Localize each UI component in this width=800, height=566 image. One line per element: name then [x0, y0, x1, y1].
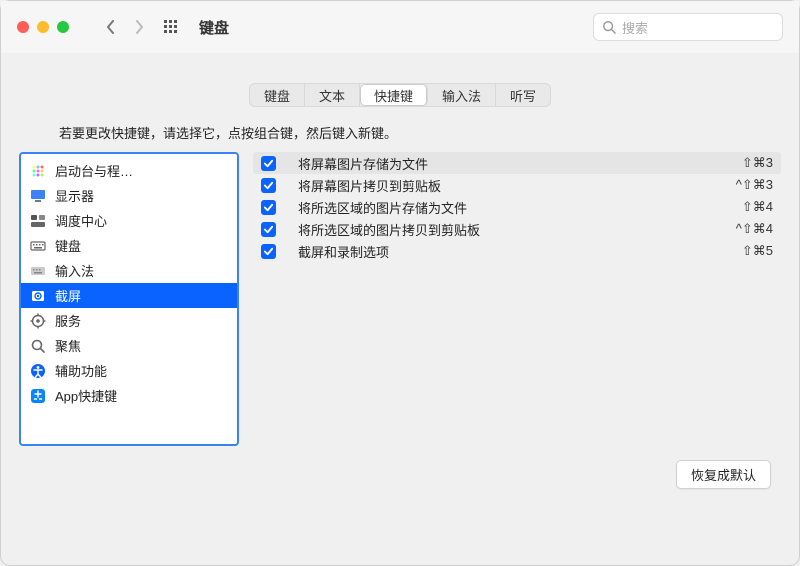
- minimize-window-button[interactable]: [37, 21, 49, 33]
- tab-keyboard[interactable]: 键盘: [250, 84, 305, 106]
- search-icon: [602, 20, 616, 34]
- sidebar-item-launchpad[interactable]: 启动台与程…: [21, 158, 237, 183]
- sidebar-item-label: 聚焦: [55, 336, 81, 355]
- shortcut-checkbox[interactable]: [261, 156, 276, 171]
- input-sources-icon: [29, 263, 47, 279]
- sidebar-item-label: 显示器: [55, 186, 94, 205]
- shortcut-label: 将屏幕图片拷贝到剪贴板: [298, 176, 736, 195]
- main-area: 启动台与程… 显示器 调度中心 键盘 输入法 截屏 服务 聚焦: [1, 152, 799, 446]
- shortcut-checkbox[interactable]: [261, 244, 276, 259]
- sidebar-item-mission-control[interactable]: 调度中心: [21, 208, 237, 233]
- sidebar-item-label: 服务: [55, 311, 81, 330]
- shortcut-keys[interactable]: ⇧⌘5: [742, 243, 773, 259]
- shortcut-checkbox[interactable]: [261, 200, 276, 215]
- launchpad-icon: [29, 163, 47, 179]
- sidebar-item-label: 调度中心: [55, 211, 107, 230]
- sidebar-item-keyboard[interactable]: 键盘: [21, 233, 237, 258]
- tab-input[interactable]: 输入法: [428, 84, 496, 106]
- sidebar-item-spotlight[interactable]: 聚焦: [21, 333, 237, 358]
- instruction-text: 若要更改快捷键，请选择它，点按组合键，然后键入新键。: [1, 123, 799, 152]
- shortcut-list: 将屏幕图片存储为文件 ⇧⌘3 将屏幕图片拷贝到剪贴板 ^⇧⌘3 将所选区域的图片…: [253, 152, 781, 446]
- search-placeholder: 搜索: [622, 18, 648, 37]
- shortcut-label: 将屏幕图片存储为文件: [298, 154, 742, 173]
- sidebar-item-accessibility[interactable]: 辅助功能: [21, 358, 237, 383]
- sidebar-item-label: 辅助功能: [55, 361, 107, 380]
- shortcut-row[interactable]: 截屏和录制选项 ⇧⌘5: [253, 240, 781, 262]
- tab-shortcuts[interactable]: 快捷键: [360, 84, 428, 106]
- sidebar-item-label: 输入法: [55, 261, 94, 280]
- restore-defaults-button[interactable]: 恢复成默认: [676, 460, 771, 489]
- segmented-control: 键盘 文本 快捷键 输入法 听写: [249, 83, 551, 107]
- traffic-lights: [17, 21, 69, 33]
- gear-icon: [29, 313, 47, 329]
- footer: 恢复成默认: [1, 446, 799, 489]
- sidebar-item-screenshot[interactable]: 截屏: [21, 283, 237, 308]
- accessibility-icon: [29, 363, 47, 379]
- show-all-icon[interactable]: [163, 19, 179, 35]
- display-icon: [29, 188, 47, 204]
- shortcut-checkbox[interactable]: [261, 178, 276, 193]
- sidebar-item-display[interactable]: 显示器: [21, 183, 237, 208]
- forward-button[interactable]: [125, 13, 153, 41]
- back-button[interactable]: [97, 13, 125, 41]
- sidebar-item-label: 键盘: [55, 236, 81, 255]
- window-title: 键盘: [199, 17, 229, 38]
- tab-text[interactable]: 文本: [305, 84, 360, 106]
- spotlight-icon: [29, 338, 47, 354]
- shortcut-row[interactable]: 将所选区域的图片拷贝到剪贴板 ^⇧⌘4: [253, 218, 781, 240]
- shortcut-label: 将所选区域的图片拷贝到剪贴板: [298, 220, 736, 239]
- sidebar-item-label: App快捷键: [55, 386, 117, 405]
- shortcut-keys[interactable]: ^⇧⌘4: [736, 221, 773, 237]
- shortcut-label: 截屏和录制选项: [298, 242, 742, 261]
- screenshot-icon: [29, 288, 47, 304]
- window-titlebar: 键盘 搜索: [1, 1, 799, 53]
- category-sidebar: 启动台与程… 显示器 调度中心 键盘 输入法 截屏 服务 聚焦: [19, 152, 239, 446]
- zoom-window-button[interactable]: [57, 21, 69, 33]
- keyboard-icon: [29, 238, 47, 254]
- shortcut-row[interactable]: 将屏幕图片拷贝到剪贴板 ^⇧⌘3: [253, 174, 781, 196]
- tabs-row: 键盘 文本 快捷键 输入法 听写: [1, 53, 799, 123]
- sidebar-item-input-sources[interactable]: 输入法: [21, 258, 237, 283]
- tab-dictation[interactable]: 听写: [496, 84, 550, 106]
- sidebar-item-app-shortcuts[interactable]: App快捷键: [21, 383, 237, 408]
- shortcut-checkbox[interactable]: [261, 222, 276, 237]
- sidebar-item-label: 截屏: [55, 286, 81, 305]
- sidebar-item-label: 启动台与程…: [55, 161, 133, 180]
- mission-control-icon: [29, 213, 47, 229]
- shortcut-row[interactable]: 将所选区域的图片存储为文件 ⇧⌘4: [253, 196, 781, 218]
- shortcut-keys[interactable]: ⇧⌘3: [742, 155, 773, 171]
- sidebar-item-services[interactable]: 服务: [21, 308, 237, 333]
- close-window-button[interactable]: [17, 21, 29, 33]
- shortcut-row[interactable]: 将屏幕图片存储为文件 ⇧⌘3: [253, 152, 781, 174]
- search-input[interactable]: 搜索: [593, 13, 783, 41]
- app-store-icon: [29, 388, 47, 404]
- shortcut-label: 将所选区域的图片存储为文件: [298, 198, 742, 217]
- shortcut-keys[interactable]: ^⇧⌘3: [736, 177, 773, 193]
- shortcut-keys[interactable]: ⇧⌘4: [742, 199, 773, 215]
